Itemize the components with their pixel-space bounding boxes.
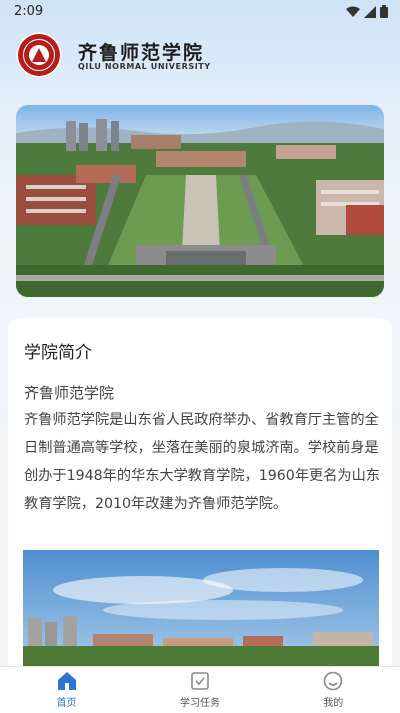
tab-home[interactable]: 首页 <box>0 667 133 713</box>
campus-banner-image[interactable] <box>16 105 384 297</box>
signal-icon <box>364 5 376 18</box>
college-name: 齐鲁师范学院 <box>24 384 115 402</box>
wifi-icon <box>346 6 360 17</box>
brand-name-en: QILU NORMAL UNIVERSITY <box>78 62 211 71</box>
college-description: 齐鲁师范学院是山东省人民政府举办、省教育厅主管的全日制普通高等学校，坐落在美丽的… <box>24 412 380 512</box>
campus-aerial-illustration <box>16 105 384 297</box>
status-bar: 2:09 <box>0 0 400 24</box>
brand-name-cn: 齐鲁师范学院 <box>78 42 205 64</box>
tab-study-tasks[interactable]: 学习任务 <box>133 667 266 713</box>
tab-profile-label: 我的 <box>323 698 344 709</box>
tab-profile[interactable]: 我的 <box>267 667 400 713</box>
bottom-tab-bar: 首页 学习任务 我的 <box>0 666 400 713</box>
battery-icon <box>380 5 388 18</box>
section-title: 学院简介 <box>24 343 92 363</box>
college-intro-card: 学院简介 齐鲁师范学院 齐鲁师范学院是山东省人民政府举办、省教育厅主管的全日制普… <box>8 318 392 688</box>
home-icon <box>57 672 76 690</box>
status-icons <box>346 5 388 18</box>
tab-home-label: 首页 <box>56 698 77 709</box>
tab-study-tasks-label: 学习任务 <box>179 698 220 709</box>
profile-icon <box>324 671 343 691</box>
university-seal-logo <box>16 32 62 78</box>
task-icon <box>191 672 209 690</box>
app-header: 齐鲁师范学院 QILU NORMAL UNIVERSITY <box>0 24 400 94</box>
status-time: 2:09 <box>14 4 44 19</box>
